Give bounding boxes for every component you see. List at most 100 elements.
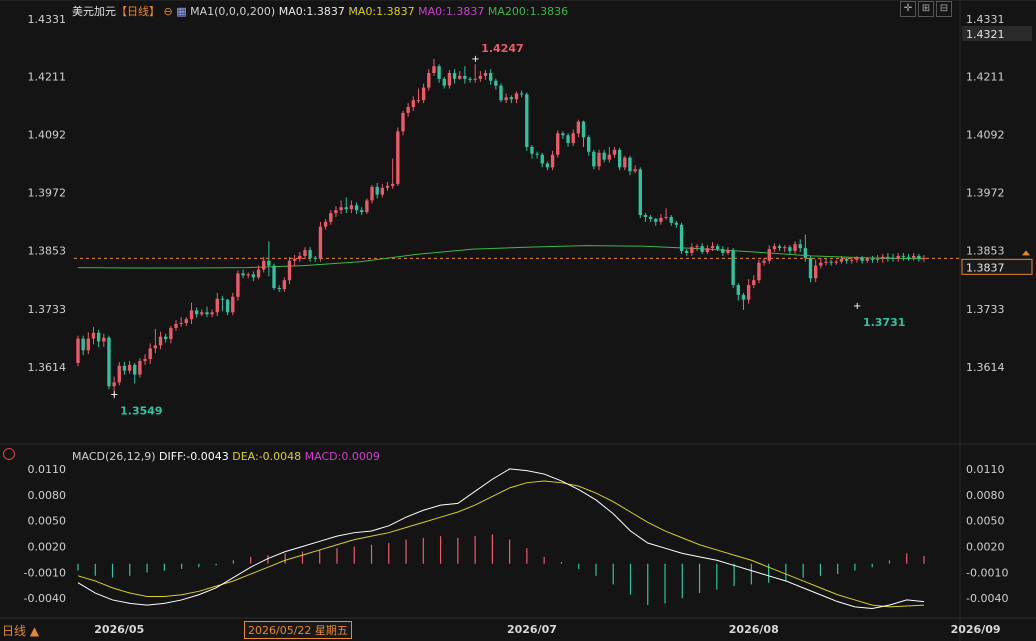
candle-body bbox=[659, 217, 663, 222]
candle-body bbox=[783, 247, 787, 249]
candle-body bbox=[262, 260, 266, 270]
candle-body bbox=[870, 258, 875, 260]
candle-body bbox=[829, 261, 833, 263]
macd-axis-left-tick: 0.0050 bbox=[28, 515, 67, 528]
candle-body bbox=[813, 265, 818, 279]
candle-body bbox=[334, 210, 338, 214]
candle-body bbox=[411, 100, 415, 108]
candle-body bbox=[741, 294, 746, 300]
candle-body bbox=[406, 107, 410, 113]
candle-body bbox=[685, 251, 689, 253]
candle-body bbox=[597, 152, 601, 167]
candle-body bbox=[917, 255, 921, 259]
macd-axis-left-tick: -0.0010 bbox=[24, 566, 66, 579]
current-price-label: 1.3837 bbox=[966, 261, 1005, 274]
indicator-icon[interactable]: ▦ bbox=[176, 5, 186, 18]
candle-body bbox=[380, 187, 385, 195]
macd-dea-line bbox=[77, 480, 925, 608]
candle-body bbox=[215, 298, 219, 313]
candle-body bbox=[370, 186, 374, 201]
candle-body bbox=[148, 348, 152, 360]
candle-body bbox=[705, 248, 710, 252]
candle-body bbox=[375, 186, 379, 195]
ma1-label[interactable]: MA1(0,0,0,200) bbox=[190, 5, 275, 18]
candle-body bbox=[86, 338, 90, 351]
macd-settings-icon[interactable] bbox=[3, 448, 15, 460]
candle-body bbox=[473, 78, 477, 80]
candle-body bbox=[107, 337, 111, 387]
candle-body bbox=[205, 312, 209, 315]
period-button[interactable]: 日线 ▲ bbox=[2, 622, 39, 639]
candle-body bbox=[437, 66, 441, 79]
candle-body bbox=[628, 157, 632, 172]
candle-body bbox=[875, 258, 880, 260]
candle-body bbox=[169, 327, 173, 340]
candle-body bbox=[463, 75, 467, 79]
candle-body bbox=[153, 345, 158, 349]
candle-body bbox=[855, 257, 859, 260]
price-axis-tick: 1.3614 bbox=[966, 361, 1005, 374]
macd-axis-left-tick: -0.0040 bbox=[24, 592, 66, 605]
macd-diff-line bbox=[77, 468, 925, 610]
candle-body bbox=[225, 299, 230, 313]
candle-body bbox=[416, 100, 421, 102]
price-axis-left-tick: 1.3853 bbox=[28, 245, 67, 258]
candle-body bbox=[571, 133, 575, 144]
candle-body bbox=[210, 312, 214, 315]
candle-body bbox=[767, 249, 771, 261]
candle-body bbox=[282, 280, 287, 289]
candle-body bbox=[504, 97, 508, 101]
candle-body bbox=[690, 247, 694, 253]
candle-body bbox=[499, 85, 503, 101]
x-axis-label: 2026/07 bbox=[507, 623, 557, 636]
candle-body bbox=[458, 75, 462, 79]
candle-body bbox=[91, 332, 96, 339]
candle-body bbox=[427, 72, 431, 88]
candle-body bbox=[76, 338, 80, 363]
candle-body bbox=[669, 216, 673, 223]
crosshair-icon[interactable]: ✛ bbox=[900, 1, 916, 17]
low-annotation-1: 1.3549 bbox=[120, 404, 162, 417]
macd-axis-tick: 0.0080 bbox=[966, 489, 1005, 502]
candle-body bbox=[102, 337, 106, 342]
period-label[interactable]: 【日线】 bbox=[116, 5, 160, 18]
macd-diff-value: DIFF:-0.0043 bbox=[159, 450, 229, 463]
low-annotation-1-marker: + bbox=[110, 389, 118, 400]
candle-body bbox=[839, 258, 844, 262]
candle-body bbox=[643, 215, 648, 217]
candle-body bbox=[344, 207, 348, 210]
candle-body bbox=[231, 296, 235, 313]
macd-label[interactable]: MACD(26,12,9) bbox=[72, 450, 156, 463]
candle-body bbox=[478, 75, 483, 79]
candle-body bbox=[736, 285, 740, 295]
candle-body bbox=[323, 221, 328, 227]
candle-body bbox=[556, 133, 560, 155]
ma200-value: MA200:1.3836 bbox=[487, 5, 569, 18]
candle-body bbox=[112, 382, 116, 387]
x-axis-label: 2026/08 bbox=[729, 623, 779, 636]
candle-body bbox=[912, 255, 916, 258]
candle-body bbox=[519, 93, 524, 95]
macd-axis-tick: -0.0010 bbox=[966, 566, 1008, 579]
candle-body bbox=[850, 259, 854, 261]
settings-icon[interactable]: ⊖ bbox=[164, 5, 173, 18]
restore-icon[interactable]: ⊟ bbox=[936, 1, 952, 17]
macd-axis-tick: 0.0050 bbox=[966, 515, 1005, 528]
candle-body bbox=[220, 298, 225, 300]
candle-body bbox=[421, 87, 426, 101]
candle-body bbox=[576, 121, 581, 134]
candle-body bbox=[623, 157, 627, 168]
candle-body bbox=[117, 365, 121, 383]
candle-body bbox=[752, 280, 756, 286]
candle-body bbox=[514, 93, 519, 100]
price-axis-tick: 1.4211 bbox=[966, 70, 1005, 83]
candle-body bbox=[354, 205, 359, 211]
candle-body bbox=[256, 269, 261, 278]
candle-body bbox=[184, 319, 189, 324]
candle-body bbox=[731, 250, 735, 286]
ma200-line bbox=[77, 245, 925, 269]
candle-body bbox=[674, 222, 679, 225]
zoom-icon[interactable]: ⊞ bbox=[918, 1, 934, 17]
candle-body bbox=[654, 218, 658, 222]
candle-body bbox=[757, 262, 761, 281]
